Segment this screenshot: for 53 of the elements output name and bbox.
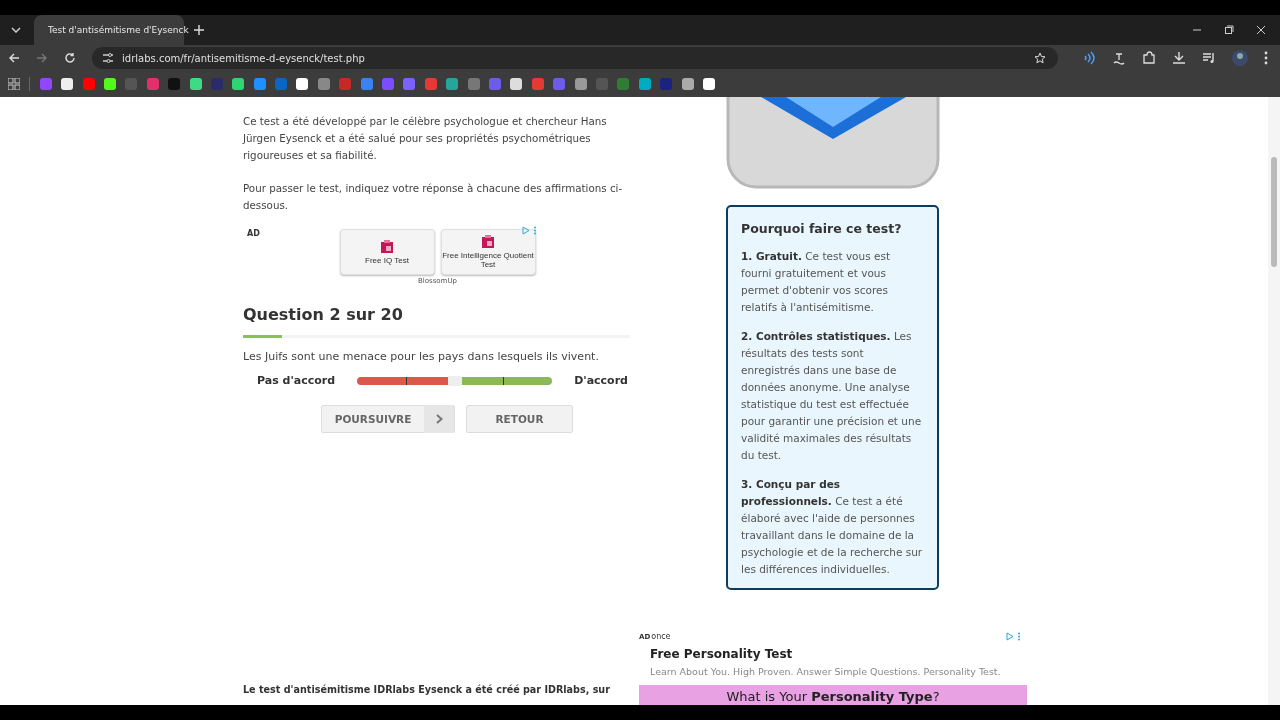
scrollbar-thumb[interactable] (1271, 157, 1277, 267)
agree-label: D'accord (574, 374, 628, 387)
avatar-icon[interactable] (1232, 50, 1248, 66)
adchoices-icon[interactable] (1006, 632, 1022, 641)
sound-icon[interactable] (1082, 51, 1096, 65)
intro-paragraph: Ce test a été développé par le célèbre psychologue et chercheur Hans Jürgen Eysenck et a été salué pour ses propriétés psychométriques rigoureuses et sa fiabilité. (243, 114, 608, 163)
clipboard-icon (482, 235, 494, 248)
new-tab-icon[interactable] (194, 25, 204, 35)
bookmark-icon[interactable] (103, 78, 116, 90)
tab-title: Test d'antisémitisme d'Eysenck (48, 25, 189, 35)
adchoices-icon[interactable] (522, 226, 538, 235)
ad-button[interactable]: Free Intelligence Quotient Test (440, 229, 536, 275)
bookmark-icon[interactable] (681, 78, 694, 90)
star-icon[interactable] (1034, 52, 1046, 64)
ad-description: Learn About You. High Proven. Answer Simple Questions. Personality Test. (650, 666, 1002, 677)
question-statement: Les Juifs sont une menace pour les pays dans lesquels ils vivent. (243, 350, 600, 363)
restore-icon[interactable] (1224, 25, 1234, 35)
info-title: Pourquoi faire ce test? (741, 221, 903, 236)
bookmark-icon[interactable] (702, 78, 715, 90)
site-settings-icon[interactable] (102, 52, 114, 64)
disagree-label: Pas d'accord (257, 374, 336, 387)
info-paragraph: 1. Gratuit. Ce test vous est fourni gratuitement et vous permet d'obtenir vos scores relatifs à l'antisémitisme. (741, 249, 892, 315)
ad-label: AD (247, 229, 260, 238)
forward-icon[interactable] (36, 52, 48, 64)
bookmark-icon[interactable] (296, 78, 309, 90)
slider-thumb[interactable] (447, 375, 462, 386)
tab-list-icon[interactable] (11, 27, 21, 33)
back-button[interactable]: RETOUR (466, 405, 573, 433)
ad-title[interactable]: Free Personality Test (650, 647, 1027, 661)
bookmark-icon[interactable] (510, 78, 523, 90)
bookmark-icon[interactable] (232, 78, 245, 90)
ad-button[interactable]: Free IQ Test (339, 229, 435, 275)
clipboard-icon (381, 239, 393, 253)
close-icon[interactable] (1256, 25, 1266, 35)
back-icon[interactable] (8, 52, 20, 64)
footer-text: Le test d'antisémitisme IDRlabs Eysenck a été créé par IDRlabs, sur (243, 683, 611, 697)
intro-paragraph: Pour passer le test, indiquez votre réponse à chacune des affirmations ci-dessous. (243, 181, 624, 213)
apps-icon[interactable] (8, 78, 20, 90)
bookmark-icon[interactable] (61, 78, 74, 90)
chevron-icon (435, 414, 443, 424)
question-title: Question 2 sur 20 (243, 305, 404, 324)
address-bar[interactable]: idrlabs.com/fr/antisemitisme-d-eysenck/test.php (92, 47, 1058, 69)
info-paragraph: 3. Conçu par des professionnels. Ce test a été élaboré avec l'aide de personnes travaillant dans le domaine de la psychologie et de la recherche sur les différences individuelles. (741, 477, 923, 577)
reload-icon[interactable] (64, 52, 76, 64)
menu-icon[interactable] (1264, 51, 1268, 65)
bookmark-icon[interactable] (189, 78, 202, 90)
info-paragraph: 2. Contrôles statistiques. Les résultats des tests sont enregistrés dans une base de données anonyme. Une analyse statistique du test est effectuée pour garantir une précision et une validité maximales des résultats du test. (741, 329, 923, 463)
media-icon[interactable] (1202, 51, 1216, 65)
ad-banner[interactable]: What is Your Personality Type? (639, 685, 1027, 705)
answer-slider[interactable] (357, 376, 553, 385)
ad-brand: once (651, 632, 671, 641)
continue-button[interactable]: POURSUIVRE (321, 405, 455, 433)
download-icon[interactable] (1172, 51, 1186, 65)
